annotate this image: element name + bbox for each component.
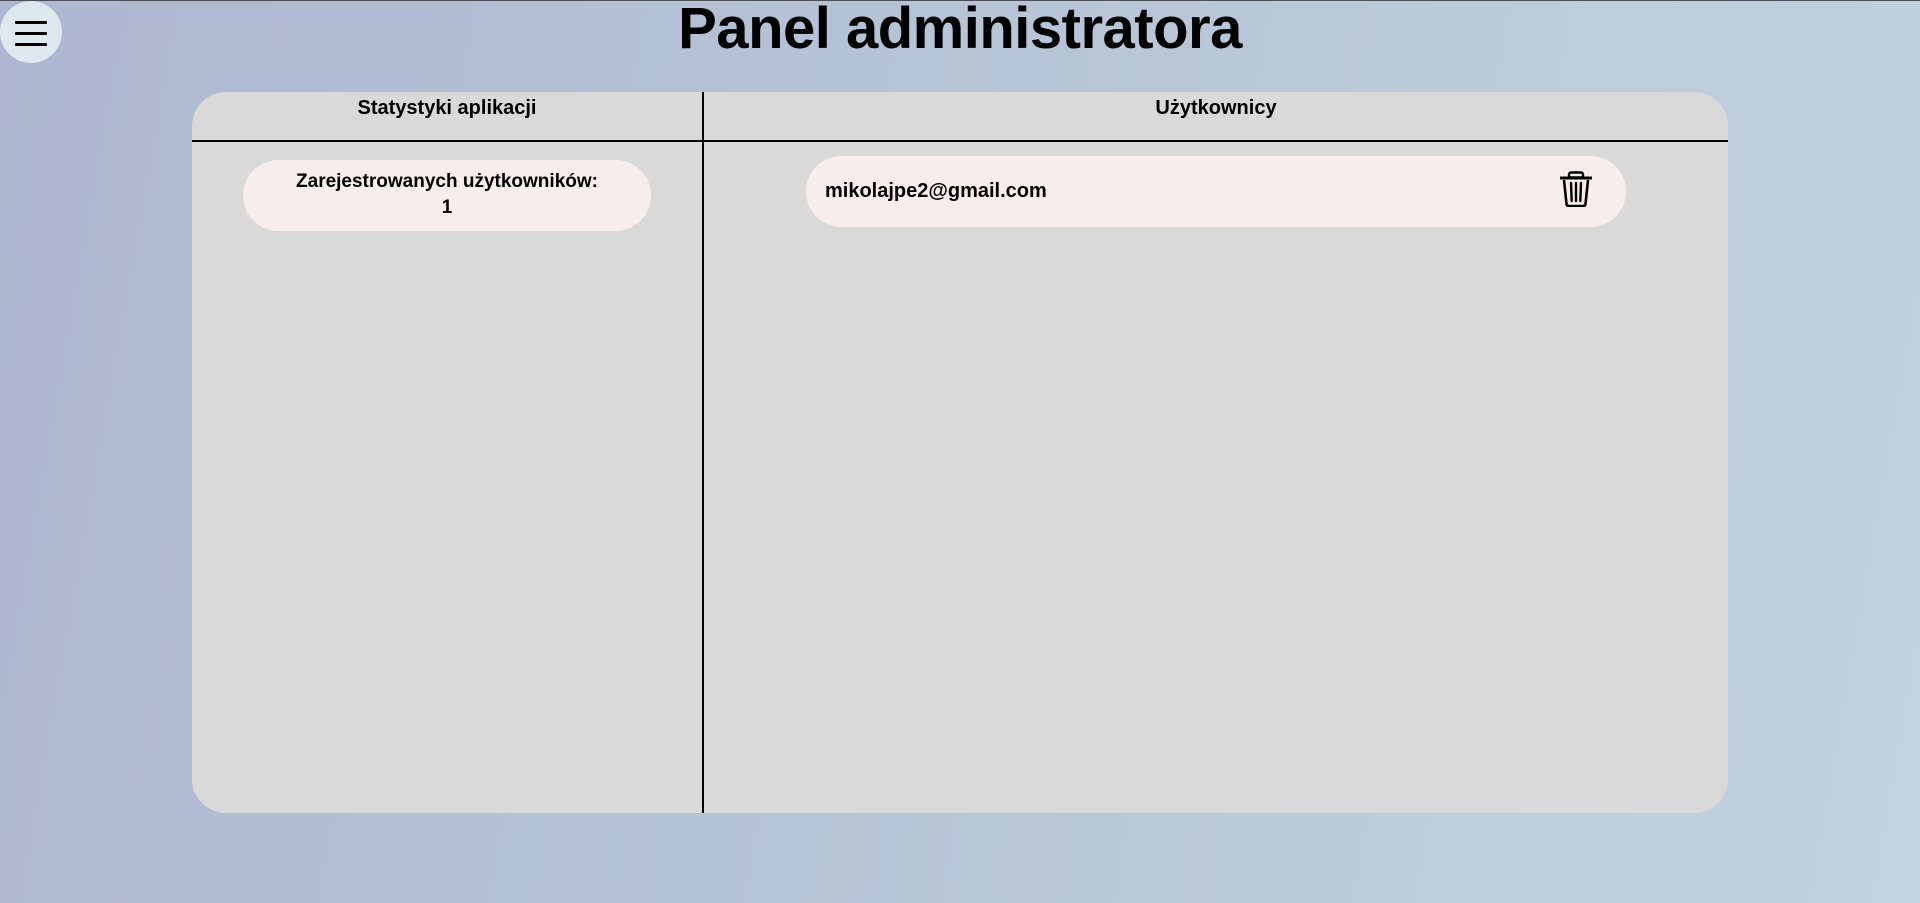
registered-users-label: Zarejestrowanych użytkowników:: [296, 171, 598, 192]
registered-users-stat: Zarejestrowanych użytkowników: 1: [243, 160, 651, 231]
trash-icon[interactable]: [1560, 171, 1592, 207]
column-divider: [702, 92, 704, 813]
header-divider: [192, 140, 1728, 142]
admin-panel: Statystyki aplikacji Użytkownicy Zarejes…: [192, 92, 1728, 813]
user-email: mikolajpe2@gmail.com: [825, 180, 1047, 202]
users-heading: Użytkownicy: [1155, 97, 1277, 119]
registered-users-value: 1: [441, 197, 453, 218]
stats-heading: Statystyki aplikacji: [357, 97, 537, 119]
page-title: Panel administratora: [678, 0, 1242, 61]
user-list-item: mikolajpe2@gmail.com: [806, 156, 1626, 227]
